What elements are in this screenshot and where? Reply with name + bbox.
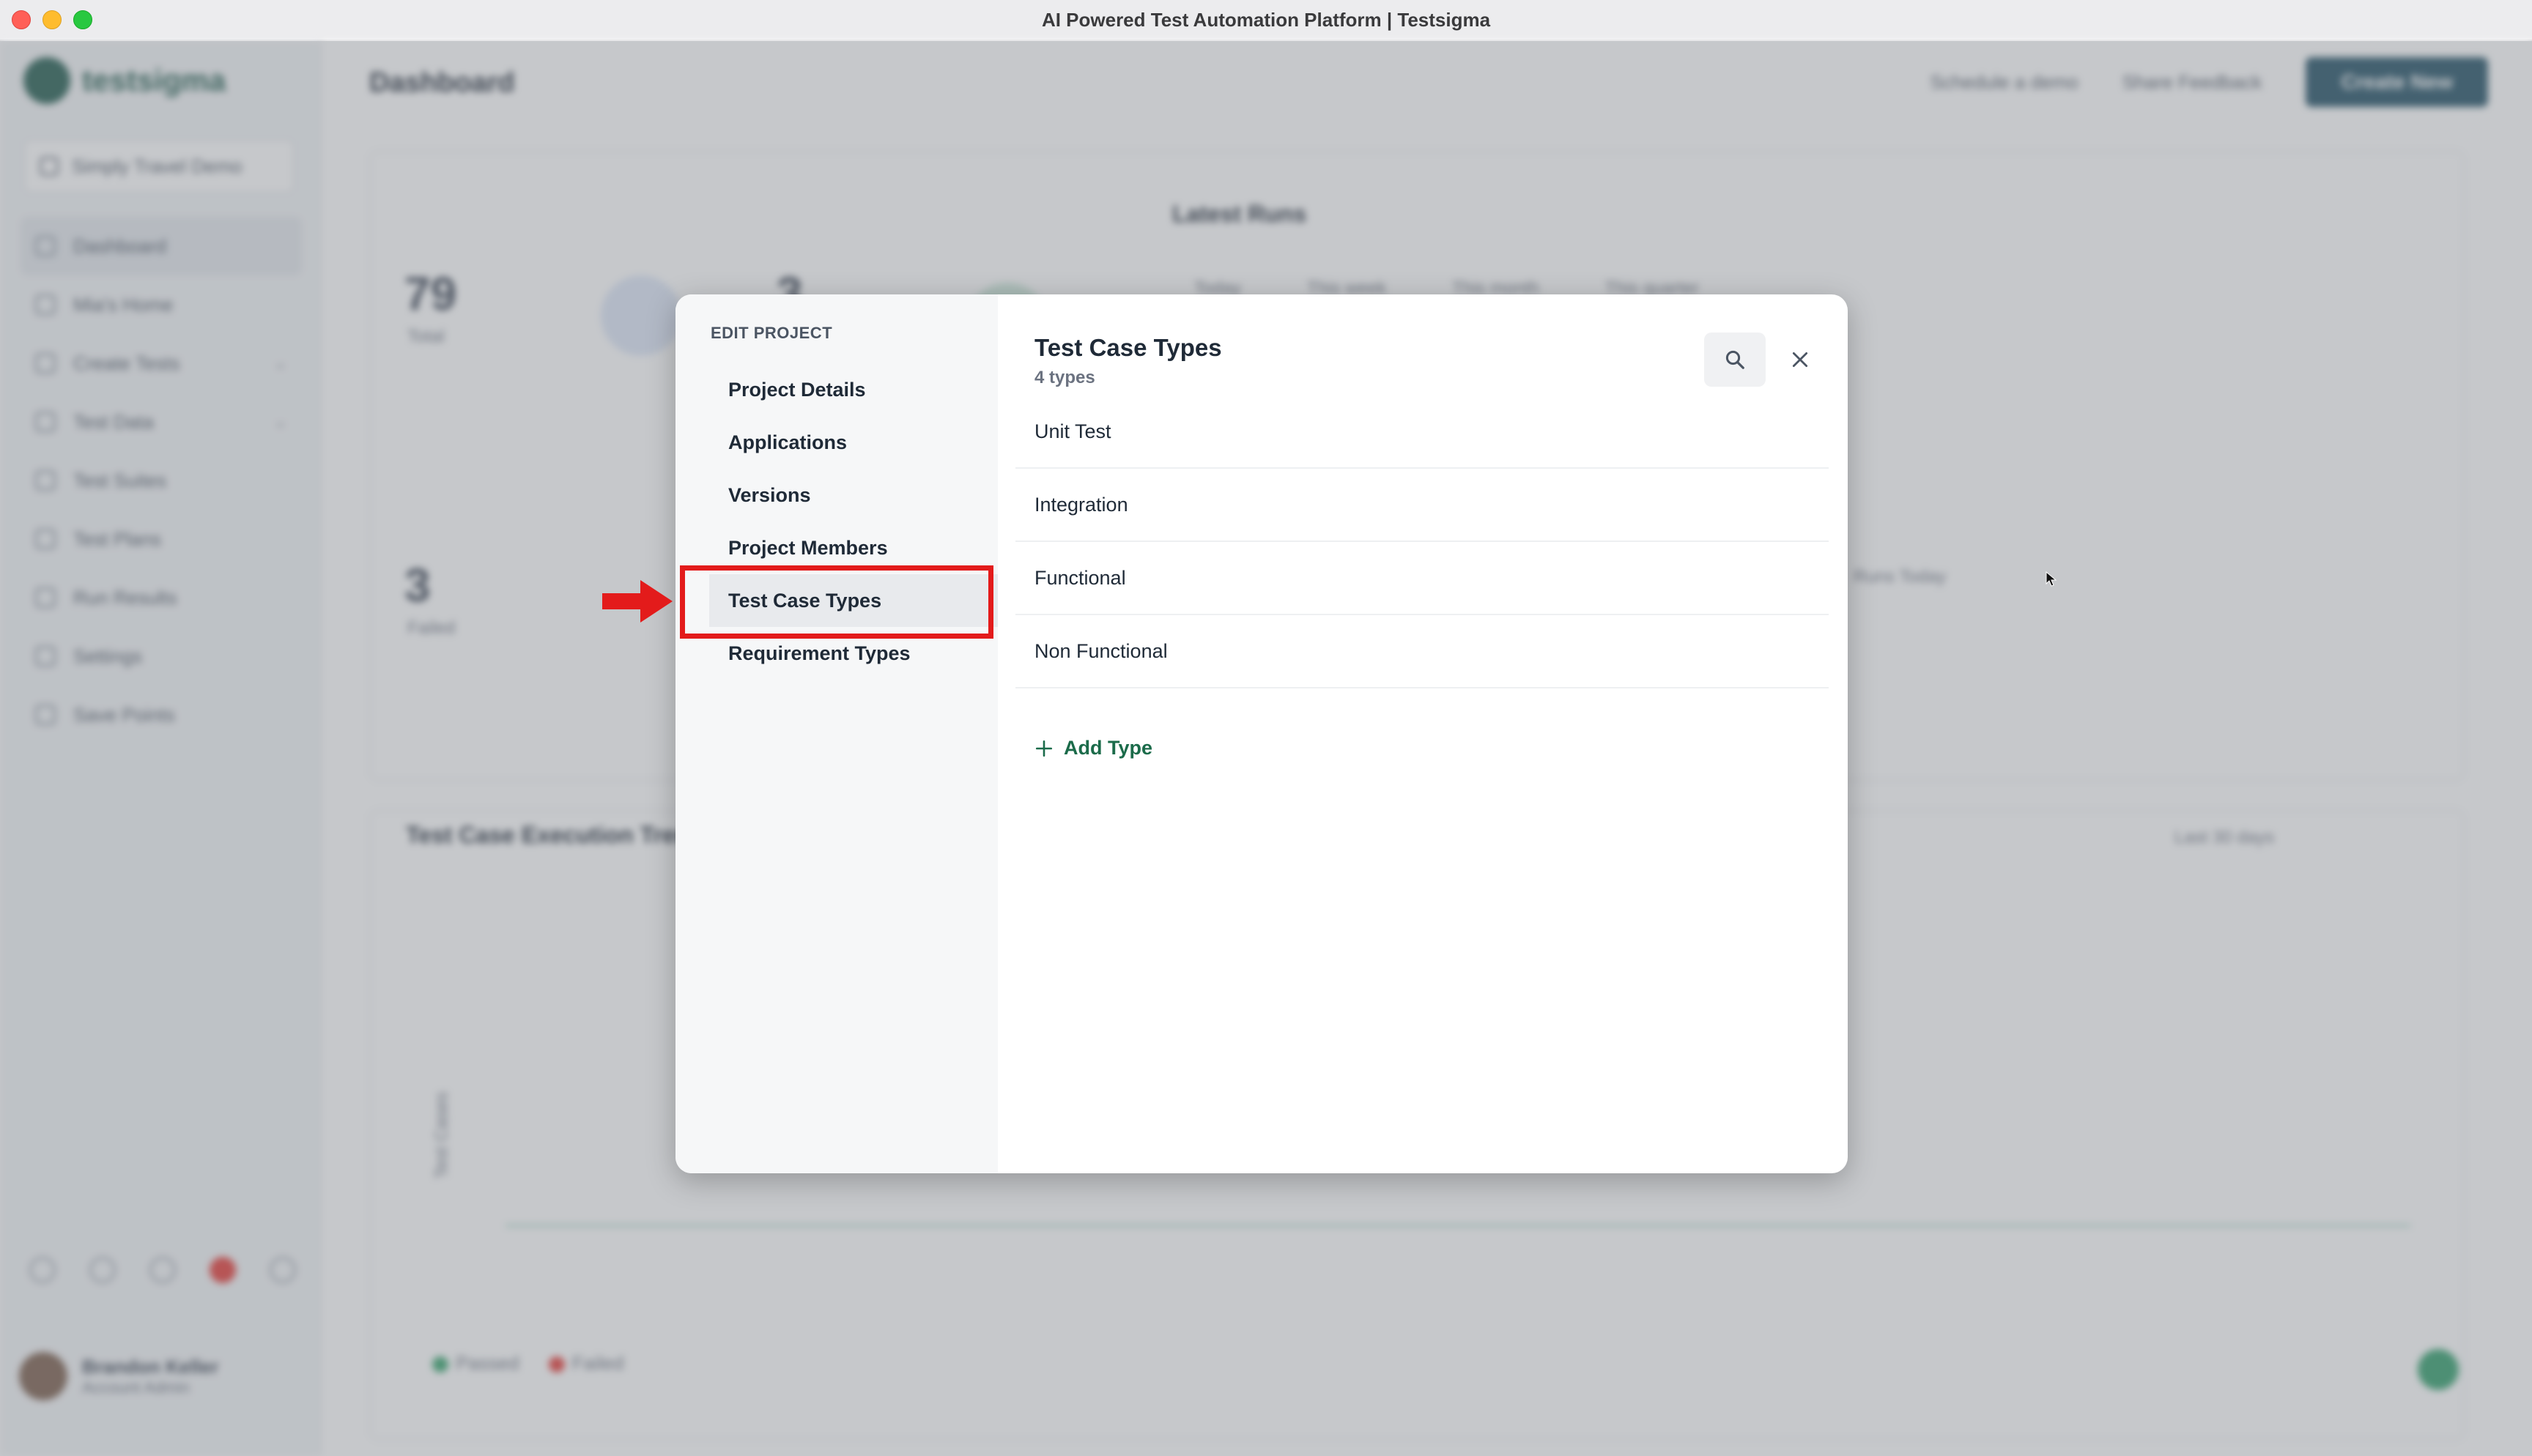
list-item[interactable]: Functional	[1015, 542, 1829, 615]
annotation-highlight-box	[680, 565, 993, 639]
edit-project-modal: EDIT PROJECT Project Details Application…	[675, 294, 1848, 1173]
list-item[interactable]: Non Functional	[1015, 615, 1829, 688]
type-count: 4 types	[1034, 368, 1095, 387]
plus-icon	[1035, 740, 1053, 757]
section-label: EDIT PROJECT	[711, 324, 833, 342]
close-icon	[1792, 352, 1808, 368]
add-type-button[interactable]: Add Type	[1034, 737, 1152, 759]
mouse-cursor-icon	[2046, 571, 2057, 587]
menu-item-project-details[interactable]: Project Details	[709, 363, 998, 416]
close-window-button[interactable]	[12, 10, 31, 29]
window-title: AI Powered Test Automation Platform | Te…	[1041, 8, 1491, 31]
search-button[interactable]	[1704, 333, 1766, 387]
search-icon	[1725, 350, 1744, 369]
maximize-window-button[interactable]	[73, 10, 92, 29]
window-controls	[12, 10, 92, 29]
title-bar: AI Powered Test Automation Platform | Te…	[0, 0, 2532, 41]
list-item[interactable]: Unit Test	[1015, 395, 1829, 469]
menu-item-versions[interactable]: Versions	[709, 469, 998, 521]
list-item[interactable]: Integration	[1015, 469, 1829, 542]
panel-title: Test Case Types	[1034, 334, 1222, 361]
minimize-window-button[interactable]	[42, 10, 62, 29]
app-window: AI Powered Test Automation Platform | Te…	[0, 0, 2532, 1456]
close-button[interactable]	[1779, 338, 1821, 381]
type-list: Unit Test Integration Functional Non Fun…	[1015, 395, 1829, 688]
menu-item-applications[interactable]: Applications	[709, 416, 998, 469]
modal-content: Test Case Types 4 types Unit Test Integr…	[998, 294, 1848, 1173]
annotation-arrow-icon	[602, 580, 673, 623]
modal-side-menu: EDIT PROJECT Project Details Application…	[675, 294, 998, 1173]
add-type-label: Add Type	[1064, 737, 1152, 759]
